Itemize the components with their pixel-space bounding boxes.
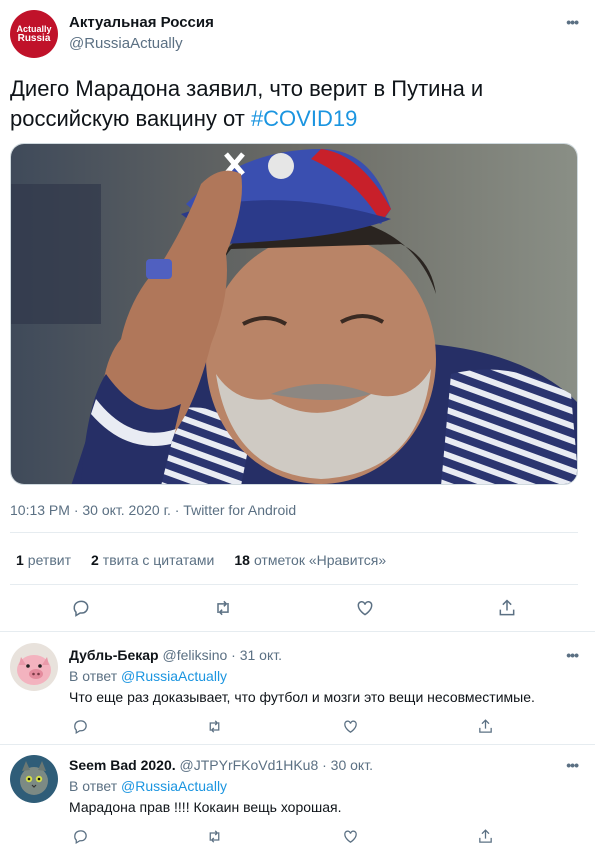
quotes-label: твита с цитатами <box>102 552 215 568</box>
avatar-text-line2: Russia <box>17 33 51 44</box>
reply-tweet[interactable]: Дубль-Бекар @feliksino · 31 окт. ••• В о… <box>0 633 595 745</box>
reply-icon[interactable] <box>69 825 91 847</box>
author-avatar[interactable]: Actually Russia <box>10 10 58 58</box>
mention-link[interactable]: @RussiaActually <box>121 668 227 684</box>
divider <box>10 532 578 533</box>
likes-label: отметок «Нравится» <box>253 552 387 568</box>
like-icon[interactable] <box>354 597 376 619</box>
retweets-count: 1 <box>16 552 24 568</box>
reply-icon[interactable] <box>70 597 92 619</box>
retweets-stat[interactable]: 1 ретвит <box>16 552 71 568</box>
retweet-icon[interactable] <box>203 825 225 847</box>
in-reply-to: В ответ @RussiaActually <box>69 668 227 684</box>
reply-header: Дубль-Бекар @feliksino · 31 окт. <box>69 647 282 663</box>
reply-time[interactable]: · 30 окт. <box>322 757 373 773</box>
main-tweet: Actually Russia Актуальная Россия @Russi… <box>0 0 595 632</box>
retweet-icon[interactable] <box>212 597 234 619</box>
more-icon[interactable]: ••• <box>566 14 579 30</box>
author-name[interactable]: Актуальная Россия <box>69 14 214 31</box>
tweet-image[interactable] <box>10 143 578 485</box>
tweet-text: Диего Марадона заявил, что верит в Путин… <box>10 74 570 134</box>
more-icon[interactable]: ••• <box>566 647 579 663</box>
share-icon[interactable] <box>474 715 496 737</box>
reply-avatar[interactable] <box>10 755 58 803</box>
like-icon[interactable] <box>339 825 361 847</box>
quotes-stat[interactable]: 2 твита с цитатами <box>91 552 214 568</box>
reply-header: Seem Bad 2020. @JTPYrFKoVd1HKu8 · 30 окт… <box>69 757 373 773</box>
more-icon[interactable]: ••• <box>566 757 579 773</box>
reply-tweet[interactable]: Seem Bad 2020. @JTPYrFKoVd1HKu8 · 30 окт… <box>0 745 595 865</box>
in-reply-prefix: В ответ <box>69 668 118 684</box>
reply-icon[interactable] <box>69 715 91 737</box>
reply-avatar[interactable] <box>10 643 58 691</box>
in-reply-to: В ответ @RussiaActually <box>69 778 227 794</box>
author-handle[interactable]: @RussiaActually <box>69 35 183 52</box>
hashtag-link[interactable]: #COVID19 <box>251 106 357 131</box>
like-icon[interactable] <box>339 715 361 737</box>
reply-author-handle[interactable]: @feliksino <box>162 647 227 663</box>
reply-actions <box>0 715 595 739</box>
tweet-text-body: Диего Марадона заявил, что верит в Путин… <box>10 76 484 131</box>
photo-illustration <box>11 144 577 484</box>
likes-stat[interactable]: 18 отметок «Нравится» <box>234 552 386 568</box>
divider <box>10 584 578 585</box>
reply-author-name[interactable]: Seem Bad 2020. <box>69 757 176 773</box>
in-reply-prefix: В ответ <box>69 778 118 794</box>
share-icon[interactable] <box>496 597 518 619</box>
reply-author-handle[interactable]: @JTPYrFKoVd1HKu8 <box>180 757 319 773</box>
tweet-timestamp[interactable]: 10:13 PM · 30 окт. 2020 г. · Twitter for… <box>10 502 296 518</box>
retweets-label: ретвит <box>27 552 71 568</box>
reply-author-name[interactable]: Дубль-Бекар <box>69 647 159 663</box>
reply-text: Марадона прав !!!! Кокаин вещь хорошая. <box>69 799 342 815</box>
share-icon[interactable] <box>474 825 496 847</box>
reply-actions <box>0 825 595 849</box>
likes-count: 18 <box>234 552 250 568</box>
tweet-stats: 1 ретвит 2 твита с цитатами 18 отметок «Нра… <box>16 552 406 568</box>
tweet-actions <box>0 592 595 624</box>
reply-time[interactable]: · 31 окт. <box>231 647 282 663</box>
mention-link[interactable]: @RussiaActually <box>121 778 227 794</box>
cat-avatar-icon <box>10 755 58 803</box>
reply-text: Что еще раз доказывает, что футбол и моз… <box>69 689 535 705</box>
retweet-icon[interactable] <box>203 715 225 737</box>
pig-avatar-icon <box>10 643 58 691</box>
quotes-count: 2 <box>91 552 99 568</box>
